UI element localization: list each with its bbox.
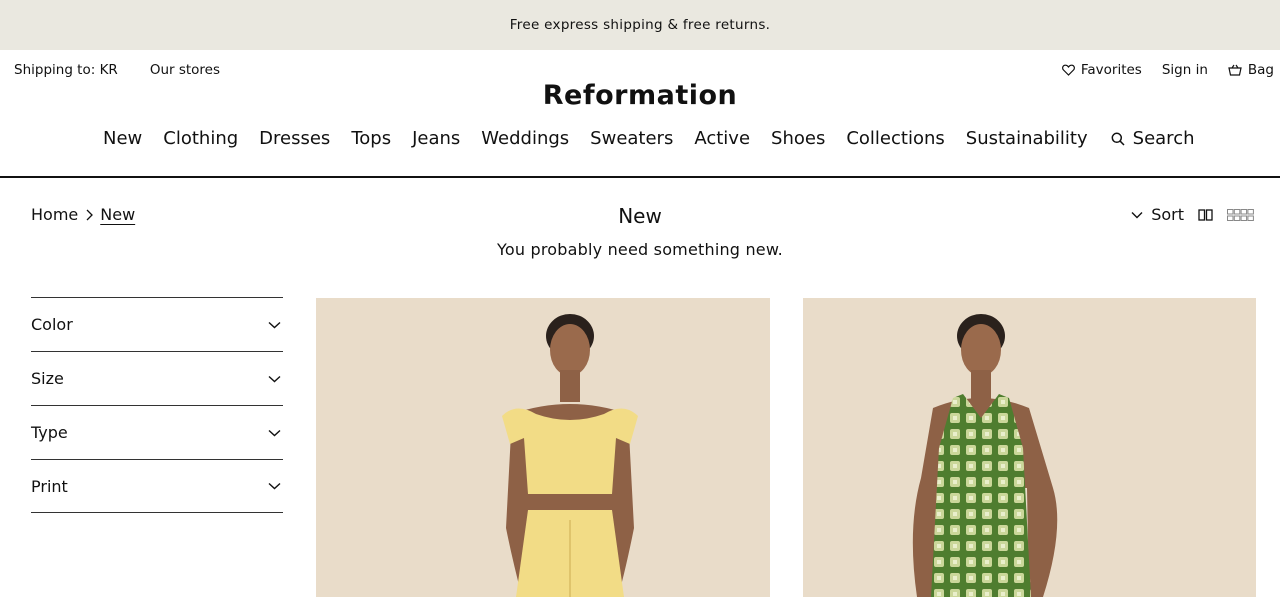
nav-item-active[interactable]: Active	[694, 128, 750, 149]
grid-two-icon[interactable]	[1198, 208, 1213, 221]
sort-label: Sort	[1151, 205, 1184, 224]
nav-item-jeans[interactable]: Jeans	[412, 128, 460, 149]
grid-four-icon[interactable]	[1227, 208, 1254, 221]
search-button[interactable]: Search	[1111, 128, 1195, 149]
chevron-down-icon	[268, 482, 281, 490]
page-title: New	[618, 204, 662, 228]
main-nav: New Clothing Dresses Tops Jeans Weddings…	[103, 128, 1195, 149]
signin-link[interactable]: Sign in	[1162, 62, 1208, 78]
product-card[interactable]	[803, 298, 1256, 597]
favorites-label: Favorites	[1080, 62, 1142, 78]
nav-item-clothing[interactable]: Clothing	[163, 128, 238, 149]
product-card[interactable]	[316, 298, 770, 597]
filter-panel: Color Size Type Print	[31, 297, 283, 513]
chevron-down-icon	[1131, 211, 1143, 218]
nav-divider	[0, 176, 1280, 178]
filter-label: Size	[31, 369, 64, 388]
nav-item-collections[interactable]: Collections	[846, 128, 944, 149]
filter-type[interactable]: Type	[31, 405, 283, 459]
filter-label: Type	[31, 423, 68, 442]
search-icon	[1111, 132, 1125, 146]
bag-link[interactable]: Bag	[1228, 62, 1274, 78]
filter-color[interactable]: Color	[31, 297, 283, 351]
chevron-down-icon	[268, 321, 281, 328]
nav-item-sustainability[interactable]: Sustainability	[966, 128, 1088, 149]
page-subtitle: You probably need something new.	[497, 240, 783, 259]
sort-bar: Sort	[1131, 205, 1254, 224]
chevron-down-icon	[268, 375, 281, 382]
utility-right: Favorites Sign in Bag	[1061, 62, 1274, 78]
bag-label: Bag	[1247, 62, 1274, 78]
shipping-link[interactable]: Shipping to: KR	[14, 62, 118, 78]
signin-label: Sign in	[1161, 62, 1208, 78]
product-image[interactable]	[316, 298, 770, 597]
sort-button[interactable]: Sort	[1131, 205, 1184, 224]
filter-print[interactable]: Print	[31, 459, 283, 513]
brand-logo[interactable]: Reformation	[0, 80, 1280, 111]
utility-left: Shipping to: KR Our stores	[14, 62, 220, 78]
nav-item-weddings[interactable]: Weddings	[481, 128, 569, 149]
search-label: Search	[1132, 128, 1195, 149]
nav-item-new[interactable]: New	[103, 128, 142, 149]
chevron-down-icon	[268, 429, 281, 436]
heart-icon	[1061, 64, 1075, 76]
nav-item-sweaters[interactable]: Sweaters	[590, 128, 673, 149]
nav-item-shoes[interactable]: Shoes	[771, 128, 825, 149]
filter-label: Print	[31, 476, 68, 496]
promo-banner: Free express shipping & free returns.	[0, 0, 1280, 50]
filter-label: Color	[31, 315, 73, 334]
bag-icon	[1228, 64, 1242, 76]
nav-item-tops[interactable]: Tops	[351, 128, 391, 149]
nav-item-dresses[interactable]: Dresses	[259, 128, 330, 149]
favorites-link[interactable]: Favorites	[1061, 62, 1142, 78]
product-image[interactable]	[803, 298, 1256, 597]
promo-text: Free express shipping & free returns.	[509, 17, 771, 33]
filter-size[interactable]: Size	[31, 351, 283, 405]
stores-link[interactable]: Our stores	[150, 62, 220, 78]
